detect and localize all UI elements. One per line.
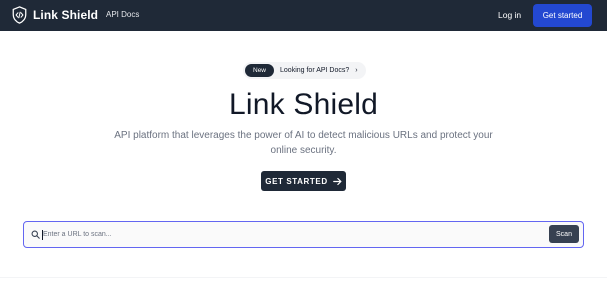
hero-cta-label: GET STARTED — [265, 176, 328, 186]
get-started-nav-button[interactable]: Get started — [533, 4, 592, 27]
scan-button[interactable]: Scan — [549, 225, 579, 243]
hero-title: Link Shield — [229, 88, 378, 121]
top-navbar: Link Shield API Docs Log in Get started — [0, 0, 607, 31]
url-scan-bar: Scan — [23, 221, 584, 248]
search-icon — [31, 230, 40, 239]
brand[interactable]: Link Shield — [12, 6, 98, 24]
section-divider — [0, 277, 607, 278]
shield-code-icon — [12, 6, 27, 24]
new-badge: New — [245, 64, 275, 77]
get-started-hero-button[interactable]: GET STARTED — [261, 171, 346, 191]
arrow-right-icon — [332, 177, 342, 185]
hero-subtitle: API platform that leverages the power of… — [114, 130, 493, 156]
brand-name: Link Shield — [33, 8, 99, 22]
chevron-right-icon: › — [355, 67, 358, 74]
login-link[interactable]: Log in — [498, 10, 521, 20]
text-caret — [42, 230, 43, 240]
announcement-pill[interactable]: New Looking for API Docs? › — [243, 62, 366, 79]
announcement-text: Looking for API Docs? — [280, 67, 350, 74]
url-input[interactable] — [42, 227, 542, 242]
nav-link-api-docs[interactable]: API Docs — [106, 10, 139, 19]
